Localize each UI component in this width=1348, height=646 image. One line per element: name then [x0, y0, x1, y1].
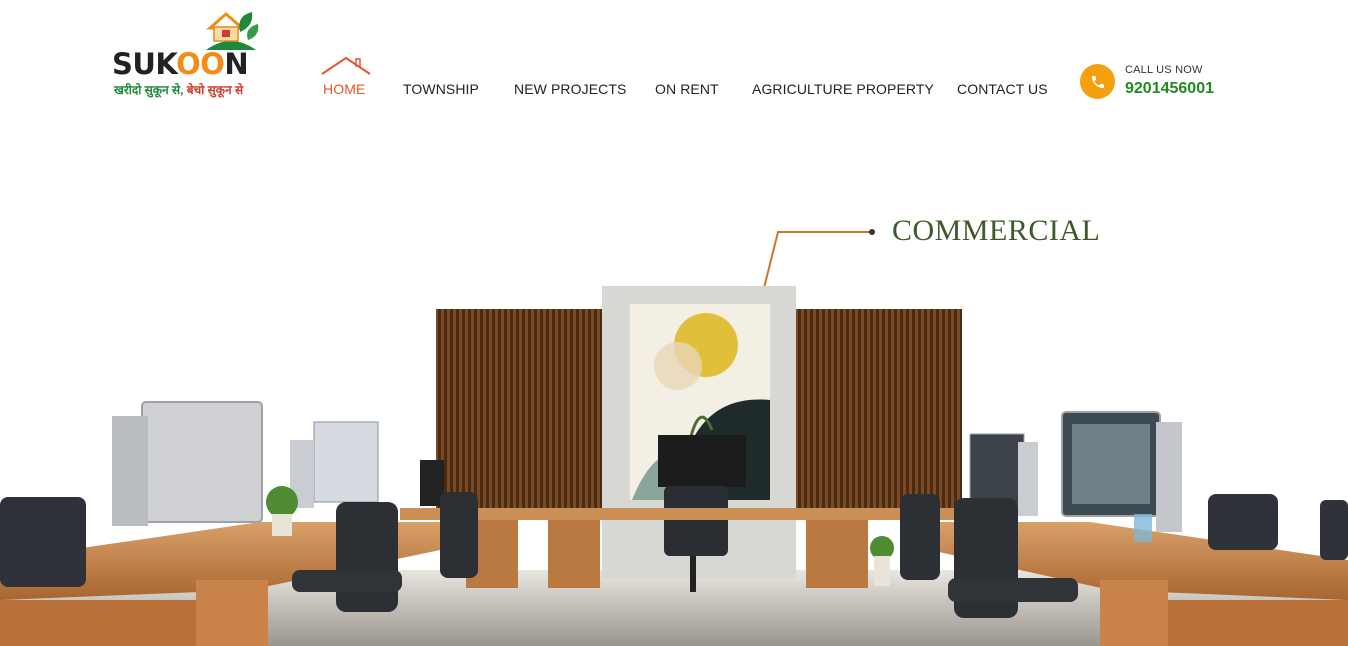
site-logo[interactable]: SUKOON खरीदो सुकून से, बेचो सुकून से — [112, 10, 282, 100]
nav-township[interactable]: TOWNSHIP — [403, 81, 479, 97]
call-label: CALL US NOW — [1125, 64, 1203, 76]
call-us-block: CALL US NOW 9201456001 — [1080, 62, 1280, 104]
phone-number-link[interactable]: 9201456001 — [1125, 80, 1214, 98]
nav-agriculture-property[interactable]: AGRICULTURE PROPERTY — [752, 81, 934, 97]
office-illustration — [0, 229, 1348, 646]
roof-icon — [321, 56, 371, 75]
phone-icon — [1091, 75, 1104, 88]
nav-new-projects[interactable]: NEW PROJECTS — [514, 81, 626, 97]
call-button[interactable] — [1080, 64, 1115, 99]
logo-tagline: खरीदो सुकून से, बेचो सुकून से — [114, 83, 244, 97]
nav-contact-us[interactable]: CONTACT US — [957, 81, 1048, 97]
nav-on-rent[interactable]: ON RENT — [655, 81, 719, 97]
site-header: SUKOON खरीदो सुकून से, बेचो सुकून से HOM… — [0, 0, 1348, 130]
hero-category-label: COMMERCIAL — [892, 214, 1101, 247]
hero-banner: COMMERCIAL — [0, 130, 1348, 646]
house-leaf-icon — [206, 12, 259, 50]
logo-wordmark: SUKOON — [112, 47, 249, 81]
nav-home[interactable]: HOME — [323, 81, 365, 97]
